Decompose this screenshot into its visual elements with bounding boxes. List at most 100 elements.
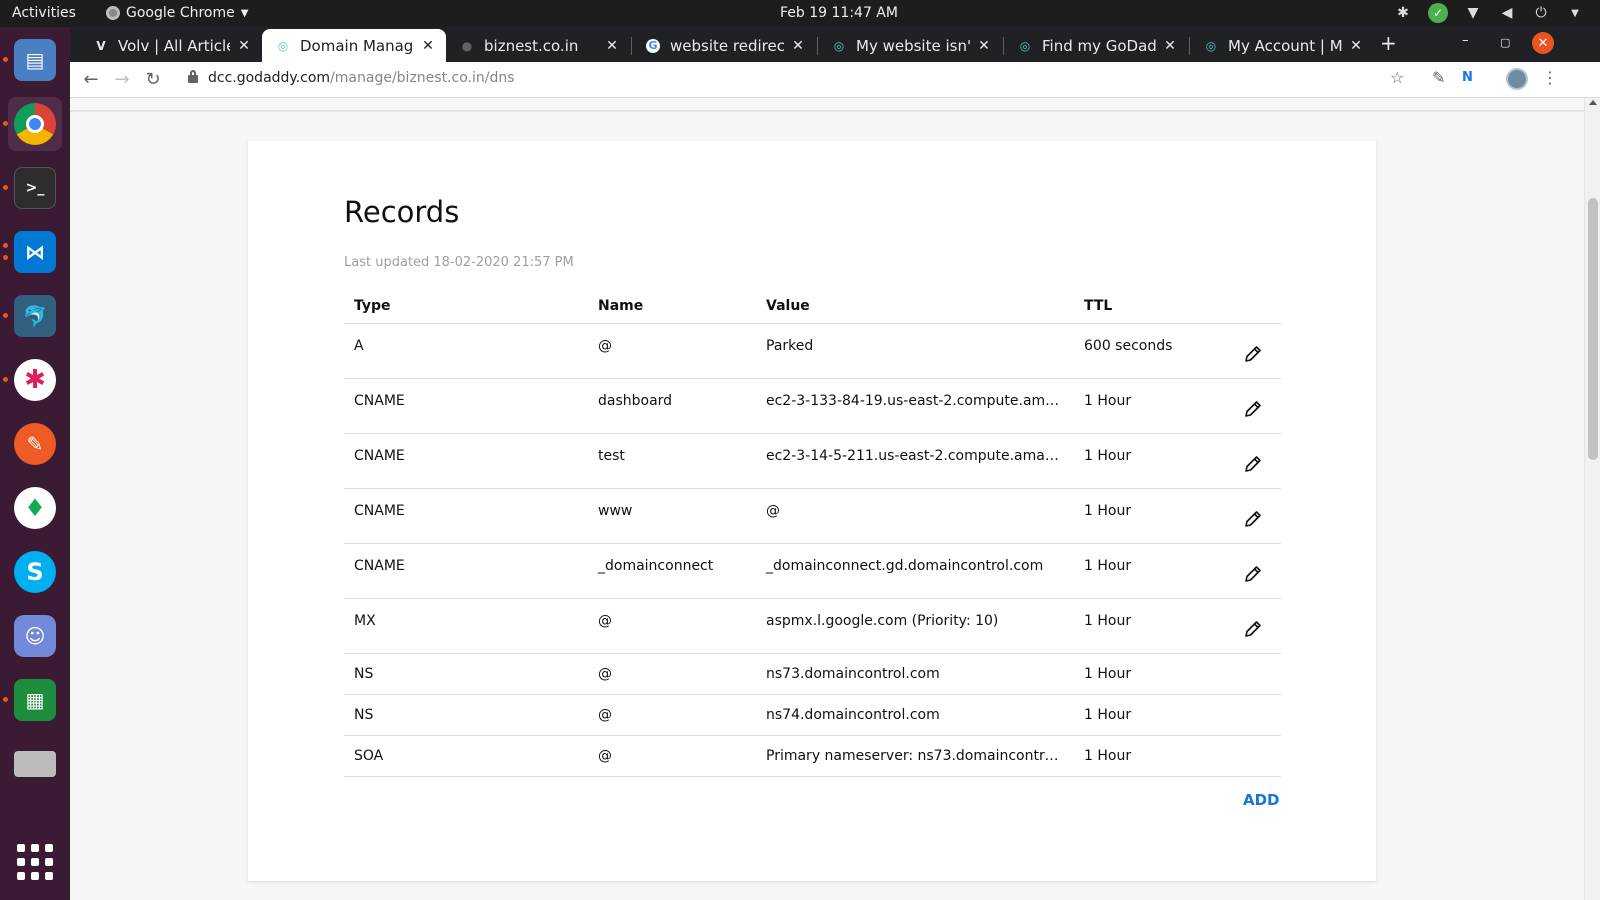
- running-indicator: [3, 121, 8, 126]
- avatar[interactable]: [1506, 68, 1528, 90]
- tab-find-godaddy[interactable]: ◎ Find my GoDaddy ✕: [1004, 29, 1188, 62]
- edit-pencil-icon[interactable]: [1243, 509, 1263, 529]
- edit-pencil-icon[interactable]: [1243, 344, 1263, 364]
- forward-icon[interactable]: →: [111, 68, 133, 90]
- edit-pencil-icon[interactable]: [1243, 399, 1263, 419]
- record-type: CNAME: [344, 378, 588, 434]
- record-type: CNAME: [344, 488, 588, 544]
- drive-icon: [14, 751, 56, 777]
- record-name: dashboard: [588, 378, 756, 434]
- tab-title: Domain Manager: [300, 36, 414, 55]
- tab-domain-manager[interactable]: ◎ Domain Manager ✕: [262, 29, 446, 62]
- close-icon[interactable]: ✕: [604, 38, 620, 54]
- star-icon[interactable]: ☆: [1390, 68, 1404, 87]
- record-name: @: [588, 735, 756, 777]
- edit-pencil-icon[interactable]: [1243, 564, 1263, 584]
- column-header-actions: [1224, 289, 1281, 324]
- add-record-button[interactable]: ADD: [1243, 791, 1280, 809]
- dock-mysql-workbench[interactable]: 🐬: [3, 289, 62, 343]
- extension-n-icon[interactable]: N: [1462, 70, 1473, 85]
- tab-title: My Account | Man: [1228, 36, 1342, 55]
- record-ttl: 1 Hour: [1074, 488, 1224, 544]
- dock-drive[interactable]: [8, 737, 62, 791]
- extension-icon[interactable]: ✎: [1432, 68, 1445, 87]
- record-value: ec2-3-133-84-19.us-east-2.compute.amazo.…: [756, 378, 1074, 434]
- update-check-icon[interactable]: ✓: [1428, 3, 1448, 23]
- tab-google-search[interactable]: G website redirecting ✕: [632, 29, 816, 62]
- close-icon[interactable]: ✕: [790, 38, 806, 54]
- tab-title: biznest.co.in: [484, 36, 579, 55]
- tab-website-help[interactable]: ◎ My website isn't d ✕: [818, 29, 1002, 62]
- slack-icon: ✱: [14, 359, 56, 401]
- scrollbar-thumb[interactable]: [1588, 198, 1598, 460]
- running-indicator: [3, 243, 8, 248]
- wifi-icon[interactable]: ▼: [1464, 4, 1482, 22]
- last-updated: Last updated 18-02-2020 21:57 PM: [344, 255, 574, 270]
- dock-discord[interactable]: ☺: [8, 609, 62, 663]
- table-row: CNAME www @1 Hour: [344, 488, 1281, 544]
- dock-vscode[interactable]: ⋈: [3, 225, 62, 279]
- record-actions: [1224, 694, 1281, 736]
- page-scrollbar[interactable]: [1584, 98, 1600, 900]
- close-icon[interactable]: ✕: [976, 38, 992, 54]
- edit-pencil-icon[interactable]: [1243, 619, 1263, 639]
- show-applications-icon[interactable]: [17, 844, 53, 880]
- column-header-value: Value: [756, 289, 1074, 324]
- record-actions: [1224, 323, 1281, 379]
- dock-mongodb-compass[interactable]: ♦: [8, 481, 62, 535]
- menu-icon[interactable]: ⋮: [1542, 68, 1558, 87]
- table-row: CNAME dashboard ec2-3-133-84-19.us-east-2.…: [344, 378, 1281, 434]
- clock[interactable]: Feb 19 11:47 AM: [780, 5, 898, 21]
- close-icon[interactable]: ✕: [1348, 38, 1364, 54]
- system-tray[interactable]: ✱ ✓ ▼ ◀ ⏻ ▼: [1394, 3, 1584, 23]
- dock-skype[interactable]: S: [8, 545, 62, 599]
- record-value: Parked: [756, 323, 1074, 379]
- app-menu[interactable]: Google Chrome ▼: [106, 5, 248, 21]
- running-indicator: [3, 377, 8, 382]
- slack-tray-icon[interactable]: ✱: [1394, 4, 1412, 22]
- minimize-icon[interactable]: –: [1462, 33, 1469, 48]
- address-bar[interactable]: dcc.godaddy.com/manage/biznest.co.in/dns: [208, 70, 515, 86]
- tab-my-account[interactable]: ◎ My Account | Man ✕: [1190, 29, 1374, 62]
- skype-icon: S: [14, 551, 56, 593]
- dock-chrome[interactable]: [3, 97, 62, 151]
- caret-down-icon: ▼: [240, 7, 249, 19]
- dns-records-table: Type Name Value TTL A @ Parked 600 seconds C…: [344, 289, 1281, 777]
- dock-terminal[interactable]: >_: [3, 161, 62, 215]
- new-tab-button[interactable]: +: [1380, 31, 1397, 55]
- tab-volv[interactable]: V Volv | All Articles ✕: [80, 29, 262, 62]
- globe-icon: ●: [461, 38, 473, 53]
- maximize-icon[interactable]: ▢: [1500, 36, 1510, 49]
- close-icon[interactable]: ✕: [420, 38, 436, 54]
- close-icon[interactable]: ✕: [236, 38, 252, 54]
- activities-button[interactable]: Activities: [12, 5, 76, 21]
- power-icon[interactable]: ⏻: [1532, 4, 1550, 22]
- record-actions: [1224, 488, 1281, 544]
- dock-calc[interactable]: ▦: [3, 673, 62, 727]
- dock-slack[interactable]: ✱: [3, 353, 62, 407]
- dock-postman[interactable]: ✎: [8, 417, 62, 471]
- volume-icon[interactable]: ◀: [1498, 4, 1516, 22]
- vscode-icon: ⋈: [14, 231, 56, 273]
- record-value: ns73.domaincontrol.com: [756, 653, 1074, 695]
- back-icon[interactable]: ←: [80, 68, 102, 90]
- godaddy-favicon-icon: ◎: [833, 38, 845, 53]
- mysql-workbench-icon: 🐬: [14, 295, 56, 337]
- window-close-button[interactable]: ✕: [1532, 32, 1554, 54]
- chevron-down-icon[interactable]: ▼: [1566, 4, 1584, 22]
- table-row: SOA @ Primary nameserver: ns73.domaincontr…: [344, 735, 1281, 777]
- reload-icon[interactable]: ↻: [142, 68, 164, 90]
- url-path: /manage/biznest.co.in/dns: [330, 70, 515, 86]
- record-actions: [1224, 653, 1281, 695]
- table-row: CNAME _domainconnect _domainconnect.gd.dom…: [344, 543, 1281, 599]
- dock-files[interactable]: ▤: [3, 33, 62, 87]
- running-indicator: [3, 697, 8, 702]
- records-card: Records Last updated 18-02-2020 21:57 PM…: [248, 141, 1376, 881]
- close-icon[interactable]: ✕: [1162, 38, 1178, 54]
- scroll-up-icon[interactable]: [1589, 100, 1597, 105]
- edit-pencil-icon[interactable]: [1243, 454, 1263, 474]
- lock-icon[interactable]: [188, 70, 198, 83]
- tab-biznest[interactable]: ● biznest.co.in ✕: [446, 29, 630, 62]
- godaddy-favicon-icon: ◎: [1019, 38, 1031, 53]
- record-ttl: 1 Hour: [1074, 433, 1224, 489]
